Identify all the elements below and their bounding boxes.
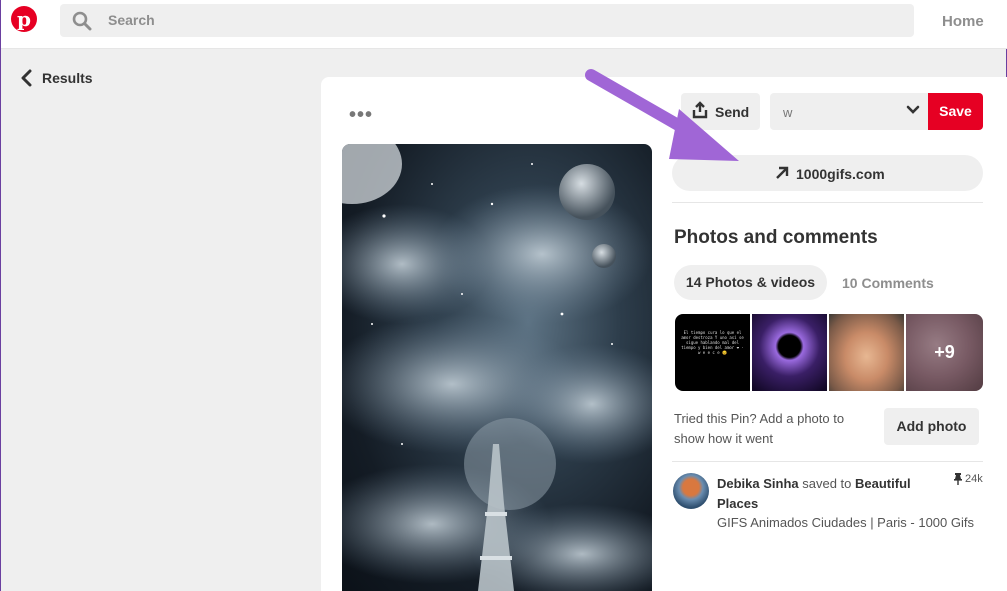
search-input[interactable]: Search [60,4,914,37]
back-label: Results [42,70,93,86]
saved-by-text: Debika Sinha saved to Beautiful Places [717,474,947,514]
chevron-left-icon [21,69,32,87]
tab-comments[interactable]: 10 Comments [842,275,934,291]
saver-name-link[interactable]: Debika Sinha [717,476,799,491]
source-link-label: 1000gifs.com [796,166,885,182]
more-photos-thumbnail[interactable]: +9 [906,314,983,391]
home-link[interactable]: Home [942,13,984,30]
divider [672,461,983,462]
pin-image[interactable] [342,144,652,591]
save-button[interactable]: Save [928,93,983,130]
board-select-dropdown[interactable]: w [770,93,928,130]
board-select-value: w [783,105,793,120]
saved-to-text: saved to [798,476,856,491]
night-sky-eiffel-image [342,144,652,591]
photo-thumbnail[interactable] [829,314,904,391]
top-header: p Search Home [1,0,1007,49]
more-options-button[interactable]: ••• [349,104,373,127]
avatar[interactable] [673,473,709,509]
search-icon [72,11,92,31]
board-description: GIFS Animados Ciudades | Paris - 1000 Gi… [717,515,974,530]
pushpin-icon [954,473,962,485]
pinterest-logo-icon[interactable]: p [11,6,37,32]
arrow-up-right-icon [776,166,789,179]
add-photo-button[interactable]: Add photo [884,408,979,445]
tried-this-pin-text: Tried this Pin? Add a photo to show how … [674,411,845,446]
repin-count-value: 24k [965,473,983,485]
divider [672,202,983,203]
photo-thumbnail[interactable]: El tiempo cura lo que el amor destroza Y… [675,314,750,391]
more-photos-count: +9 [906,314,983,391]
annotation-arrow-icon [585,69,739,161]
chevron-down-icon [906,105,920,114]
photo-thumbnail[interactable] [752,314,827,391]
tab-photos-videos[interactable]: 14 Photos & videos [674,265,827,300]
search-placeholder: Search [108,12,155,28]
photos-comments-heading: Photos and comments [674,227,878,248]
thumbnail-text: El tiempo cura lo que el amor destroza Y… [681,330,744,355]
